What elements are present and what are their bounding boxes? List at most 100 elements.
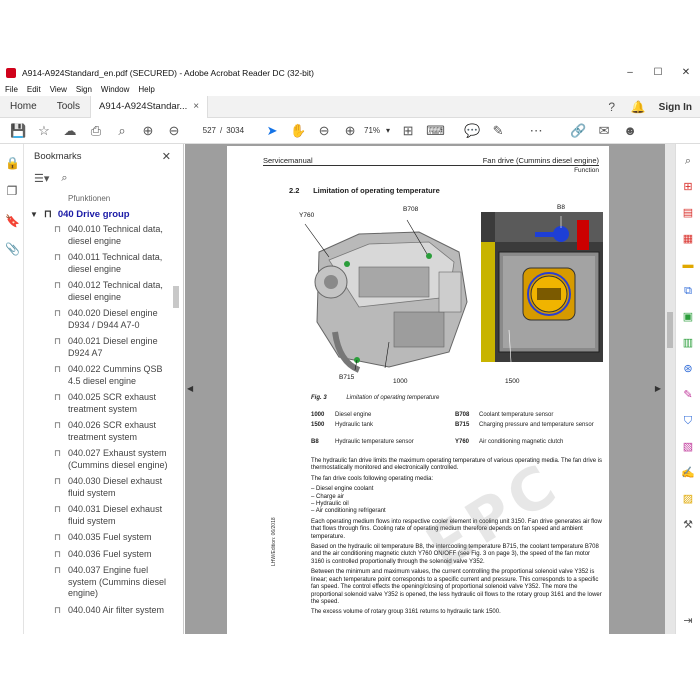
bookmark-cut-item[interactable]: Pfunktionen	[24, 194, 172, 204]
bookmark-item[interactable]: ⊓ 040.012 Technical data, diesel engine	[24, 280, 172, 303]
lock-icon[interactable]: 🔒	[5, 156, 20, 170]
menu-view[interactable]: View	[50, 85, 67, 94]
print-icon[interactable]: ⎙	[88, 123, 104, 139]
bookmark-item[interactable]: ⊓ 040.026 SCR exhaust treatment system	[24, 420, 172, 443]
tab-home[interactable]: Home	[0, 101, 47, 112]
bookmark-item[interactable]: ⊓ 040.031 Diesel exhaust fluid system	[24, 504, 172, 527]
bookmark-item[interactable]: ⊓ 040.036 Fuel system	[24, 549, 172, 561]
more-tools-wrench-icon[interactable]: ⚒	[681, 518, 695, 532]
bookmark-item[interactable]: ⊓ 040.030 Diesel exhaust fluid system	[24, 476, 172, 499]
document-scroll-thumb[interactable]	[667, 312, 673, 348]
bookmark-options-icon[interactable]: ☰▾	[34, 172, 49, 185]
menu-sign[interactable]: Sign	[76, 85, 92, 94]
zoom-level[interactable]: 71%	[364, 126, 380, 135]
menu-edit[interactable]: Edit	[27, 85, 41, 94]
request-signature-icon[interactable]: ✍	[681, 466, 695, 480]
section-heading: 2.2 Limitation of operating temperature	[289, 186, 440, 195]
edit-pdf-icon[interactable]: ▦	[681, 232, 695, 246]
zoom-out-icon[interactable]: ⊖	[316, 123, 332, 139]
bookmarks-scroll-thumb[interactable]	[173, 286, 179, 308]
organize-pages-icon[interactable]: ▣	[681, 310, 695, 324]
bookmark-item[interactable]: ⊓ 040.021 Diesel engine D924 A7	[24, 336, 172, 359]
previous-page-icon[interactable]: ⊕	[140, 123, 156, 139]
bookmark-star-icon[interactable]: ☆	[36, 123, 52, 139]
notification-bell-icon[interactable]: 🔔	[631, 100, 646, 114]
page-thumbnails-icon[interactable]: ❐	[5, 184, 19, 198]
menu-file[interactable]: File	[5, 85, 18, 94]
hand-tool-icon[interactable]: ✋	[290, 123, 306, 139]
sign-in-button[interactable]: Sign In	[659, 102, 692, 113]
bookmarks-scrollbar[interactable]	[173, 190, 179, 630]
bookmark-item[interactable]: ⊓ 040.011 Technical data, diesel engine	[24, 252, 172, 275]
export-pdf-icon[interactable]: ⊞	[681, 180, 695, 194]
bookmark-icon: ⊓	[54, 548, 62, 559]
pen-highlight-icon[interactable]: ✎	[490, 123, 506, 139]
zoom-chevron-icon[interactable]: ▾	[386, 126, 390, 135]
account-search-icon[interactable]: ☻	[622, 123, 638, 139]
figure-legend: 1000 Diesel engine B708 Coolant temperat…	[311, 412, 609, 449]
link-edit-icon[interactable]: 🔗	[570, 123, 586, 139]
combine-files-icon[interactable]: ⧉	[681, 284, 695, 298]
minimize-button[interactable]: –	[616, 64, 644, 82]
bookmark-group-040[interactable]: ▼ ⊓ 040 Drive group	[24, 204, 172, 224]
right-tools-rail: ⌕ ⊞ ▤ ▦ ▬ ⧉ ▣ ▥ ⊛ ✎ ⛉ ▧ ✍ ▨ ⚒ ⇥	[675, 144, 700, 634]
email-icon[interactable]: ✉	[596, 123, 612, 139]
list-item: Air conditioning refrigerant	[311, 508, 603, 515]
prepare-form-icon[interactable]: ▧	[681, 440, 695, 454]
keyboard-scroll-icon[interactable]: ⌨	[426, 123, 445, 139]
comment-tool-icon[interactable]: ▬	[681, 258, 695, 272]
attachments-icon[interactable]: 📎	[5, 242, 20, 256]
page-number-input[interactable]	[194, 123, 216, 138]
pdf-page: Servicemanual Fan drive (Cummins diesel …	[227, 146, 609, 634]
send-for-comments-icon[interactable]: ▨	[681, 492, 695, 506]
scan-ocr-icon[interactable]: ⊛	[681, 362, 695, 376]
scroll-right-arrow-icon[interactable]: ▶	[655, 384, 661, 393]
document-viewport[interactable]: ◀ Servicemanual Fan drive (Cummins diese…	[185, 144, 675, 634]
chevron-down-icon[interactable]: ▼	[30, 210, 40, 219]
close-bookmarks-icon[interactable]: ✕	[162, 150, 171, 163]
bookmarks-panel-icon[interactable]: 🔖	[5, 214, 20, 228]
tab-tools[interactable]: Tools	[47, 101, 90, 112]
bookmark-item[interactable]: ⊓ 040.040 Air filter system	[24, 605, 172, 617]
document-scrollbar[interactable]	[665, 144, 675, 634]
bookmark-item[interactable]: ⊓ 040.027 Exhaust system (Cummins diesel …	[24, 448, 172, 471]
bookmark-item[interactable]: ⊓ 040.037 Engine fuel system (Cummins die…	[24, 565, 172, 600]
find-bookmark-icon[interactable]: ⌕	[61, 172, 67, 185]
scroll-left-arrow-icon[interactable]: ◀	[187, 384, 193, 393]
close-tab-icon[interactable]: ×	[193, 96, 199, 118]
create-pdf-icon[interactable]: ▤	[681, 206, 695, 220]
protect-shield-icon[interactable]: ⛉	[681, 414, 695, 428]
zoom-search-icon[interactable]: ⌕	[114, 123, 130, 139]
bookmark-item[interactable]: ⊓ 040.020 Diesel engine D934 / D944 A7-0	[24, 308, 172, 331]
save-icon[interactable]: 💾	[10, 123, 26, 139]
bookmark-item[interactable]: ⊓ 040.025 SCR exhaust treatment system	[24, 392, 172, 415]
fill-sign-icon[interactable]: ✎	[681, 388, 695, 402]
menu-window[interactable]: Window	[101, 85, 129, 94]
comment-icon[interactable]: 💬	[464, 123, 480, 139]
paragraph: Based on the hydraulic oil temperature B…	[311, 544, 599, 565]
help-icon[interactable]: ?	[605, 100, 619, 114]
maximize-button[interactable]: ☐	[644, 64, 672, 82]
close-window-button[interactable]: ✕	[672, 64, 700, 82]
bookmark-icon: ⊓	[54, 565, 62, 575]
legend-code: Y760	[455, 439, 470, 445]
page-fit-icon[interactable]: ⊞	[400, 123, 416, 139]
more-tools-icon[interactable]: ⋯	[528, 123, 544, 139]
page-total: 3034	[226, 126, 245, 135]
bookmark-item[interactable]: ⊓ 040.022 Cummins QSB 4.5 diesel engine	[24, 364, 172, 387]
tab-document[interactable]: A914-A924Standar... ×	[90, 95, 209, 118]
bookmark-icon: ⊓	[54, 420, 62, 430]
next-page-icon[interactable]: ⊖	[166, 123, 182, 139]
zoom-in-icon[interactable]: ⊕	[342, 123, 358, 139]
bookmark-icon: ⊓	[54, 392, 62, 402]
cloud-upload-icon[interactable]: ☁	[62, 123, 78, 139]
collapse-panel-icon[interactable]: ⇥	[681, 614, 695, 628]
bookmark-item[interactable]: ⊓ 040.010 Technical data, diesel engine	[24, 224, 172, 247]
bookmark-item[interactable]: ⊓ 040.035 Fuel system	[24, 532, 172, 544]
compress-pdf-icon[interactable]: ▥	[681, 336, 695, 350]
menu-help[interactable]: Help	[138, 85, 154, 94]
bookmark-icon: ⊓	[44, 208, 52, 220]
bookmark-icon: ⊓	[54, 308, 62, 318]
search-icon[interactable]: ⌕	[681, 154, 695, 168]
select-cursor-icon[interactable]: ➤	[264, 123, 280, 139]
